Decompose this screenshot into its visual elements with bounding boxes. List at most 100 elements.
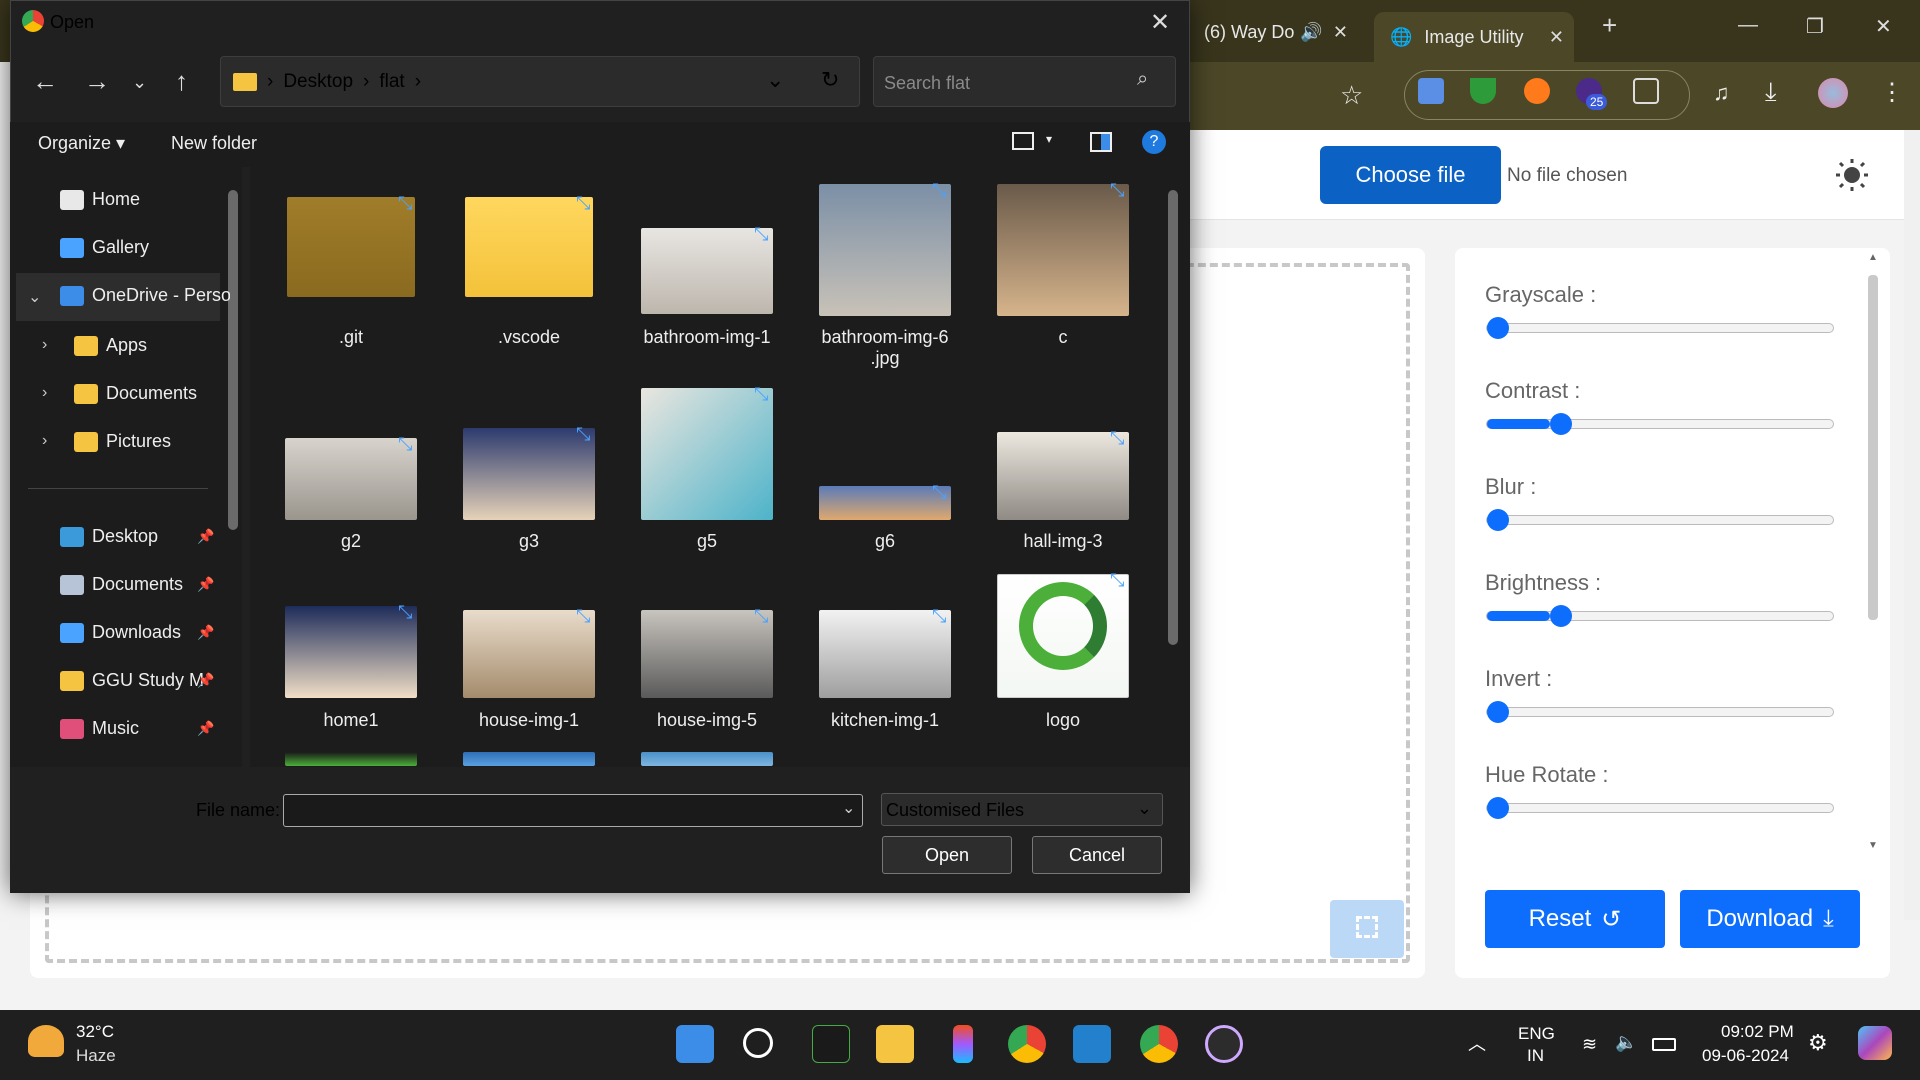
figma-icon[interactable] [953, 1025, 973, 1063]
nav-documents[interactable]: Documents [74, 383, 244, 404]
bookmark-star-icon[interactable]: ☆ [1340, 80, 1363, 111]
scroll-up-icon[interactable]: ▲ [1868, 252, 1878, 263]
reset-button[interactable]: Reset ↺ [1485, 890, 1665, 948]
lang-label[interactable]: ENG [1518, 1024, 1555, 1044]
file-name[interactable]: g6 [814, 531, 956, 552]
slider-thumb[interactable] [1487, 317, 1509, 339]
page-scrollbar[interactable] [1904, 130, 1920, 920]
file-name[interactable]: .vscode [458, 327, 600, 348]
filter-slider[interactable] [1486, 317, 1834, 339]
file-name[interactable]: .git [280, 327, 422, 348]
image-thumbnail[interactable] [641, 388, 773, 520]
file-name[interactable]: bathroom-img-6 .jpg [814, 327, 956, 369]
preview-pane-icon[interactable] [1090, 132, 1112, 152]
file-name[interactable]: hall-img-3 [992, 531, 1134, 552]
file-type-select[interactable]: Customised Files ⌄ [881, 793, 1163, 826]
wifi-icon[interactable]: ≋ [1582, 1034, 1597, 1055]
tab-image-utility[interactable]: 🌐 Image Utility ✕ [1374, 12, 1574, 62]
maximize-button[interactable]: ❐ [1806, 14, 1824, 39]
clock-date[interactable]: 09-06-2024 [1702, 1046, 1789, 1066]
file-name-input[interactable] [283, 794, 863, 827]
cancel-button[interactable]: Cancel [1032, 836, 1162, 874]
dialog-close-icon[interactable]: ✕ [1150, 8, 1170, 37]
file-name[interactable]: c [992, 327, 1134, 348]
notification-icon[interactable]: ⚙ [1808, 1030, 1828, 1056]
nav-pictures[interactable]: Pictures [74, 431, 244, 452]
file-name[interactable]: home1 [280, 710, 422, 731]
recent-chevron-icon[interactable]: ⌄ [132, 72, 147, 93]
slider-thumb[interactable] [1487, 701, 1509, 723]
filter-slider[interactable] [1486, 509, 1834, 531]
tab-way-do[interactable]: (6) Way Do 🔊 ✕ [1196, 12, 1358, 52]
filter-slider[interactable] [1486, 413, 1834, 435]
pin-icon[interactable]: 📌 [197, 672, 214, 689]
collapse-chevron-icon[interactable]: › [42, 336, 47, 354]
nav-onedrive[interactable]: OneDrive - Perso [60, 285, 230, 306]
chevron-up-icon[interactable]: ︿ [1468, 1030, 1486, 1056]
search-input[interactable]: Search flat [873, 56, 1176, 107]
filter-slider[interactable] [1486, 797, 1834, 819]
volume-icon[interactable]: 🔈 [1615, 1032, 1637, 1053]
new-folder-button[interactable]: New folder [171, 133, 257, 154]
open-button[interactable]: Open [882, 836, 1012, 874]
minimize-button[interactable]: — [1738, 14, 1758, 37]
speaker-icon[interactable]: 🔊 [1300, 22, 1322, 43]
file-name[interactable]: bathroom-img-1 [636, 327, 778, 348]
sun-icon[interactable] [1835, 158, 1869, 192]
image-thumbnail[interactable] [285, 752, 417, 766]
refresh-icon[interactable]: ↻ [821, 67, 839, 93]
back-arrow-icon[interactable]: ← [32, 66, 58, 97]
file-name[interactable]: house-img-1 [458, 710, 600, 731]
image-thumbnail[interactable] [997, 184, 1129, 316]
panel-scrollbar[interactable] [1868, 275, 1878, 620]
file-name[interactable]: logo [992, 710, 1134, 731]
media-player-icon[interactable] [1205, 1025, 1243, 1063]
image-thumbnail[interactable] [819, 184, 951, 316]
filter-slider[interactable] [1486, 701, 1834, 723]
slider-thumb[interactable] [1549, 413, 1572, 435]
vscode-icon[interactable] [1073, 1025, 1111, 1063]
expand-chevron-icon[interactable]: ⌄ [28, 287, 41, 307]
image-thumbnail[interactable] [641, 752, 773, 766]
media-icon[interactable]: ♫ [1713, 80, 1730, 106]
start-icon[interactable] [676, 1025, 714, 1063]
file-name[interactable]: kitchen-img-1 [814, 710, 956, 731]
region-label[interactable]: IN [1527, 1046, 1544, 1066]
file-name[interactable]: g3 [458, 531, 600, 552]
nav-home[interactable]: Home [60, 189, 230, 210]
file-name[interactable]: house-img-5 [636, 710, 778, 731]
slider-thumb[interactable] [1487, 797, 1509, 819]
folder-thumbnail[interactable] [465, 197, 593, 297]
pin-icon[interactable]: 📌 [197, 624, 214, 641]
pin-icon[interactable]: 📌 [197, 528, 214, 545]
pin-icon[interactable]: 📌 [197, 720, 214, 737]
collapse-chevron-icon[interactable]: › [42, 432, 47, 450]
menu-dots-icon[interactable]: ⋮ [1880, 78, 1904, 107]
download-icon[interactable]: ⤓ [1765, 76, 1777, 108]
folder-thumbnail[interactable] [287, 197, 415, 297]
extension-badge-icon[interactable]: 25 [1576, 78, 1608, 110]
breadcrumb-desktop[interactable]: Desktop [283, 71, 353, 93]
copilot-icon[interactable] [1858, 1026, 1892, 1060]
address-dropdown-icon[interactable]: ⌄ [766, 67, 784, 93]
file-explorer-icon[interactable] [876, 1025, 914, 1063]
slider-thumb[interactable] [1549, 605, 1572, 627]
chrome-icon[interactable] [1008, 1025, 1046, 1063]
extension-download-icon[interactable] [1470, 78, 1496, 104]
window-close-button[interactable]: ✕ [1875, 14, 1892, 39]
image-thumbnail[interactable] [463, 752, 595, 766]
battery-icon[interactable] [1652, 1038, 1676, 1051]
new-tab-button[interactable]: + [1602, 10, 1617, 41]
collapse-chevron-icon[interactable]: › [42, 384, 47, 402]
avatar[interactable] [1818, 78, 1848, 108]
scroll-down-icon[interactable]: ▼ [1868, 840, 1878, 851]
file-name-dropdown-icon[interactable]: ⌄ [842, 798, 855, 818]
app-icon[interactable] [812, 1025, 850, 1063]
clock-time[interactable]: 09:02 PM [1721, 1022, 1794, 1042]
breadcrumb-flat[interactable]: flat [379, 71, 404, 93]
chrome-profile-icon[interactable] [1140, 1025, 1178, 1063]
slider-thumb[interactable] [1487, 509, 1509, 531]
download-button[interactable]: Download ⤓ [1680, 890, 1860, 948]
content-scrollbar[interactable] [1168, 190, 1178, 645]
address-bar[interactable]: › Desktop › flat › ⌄ ↻ [220, 56, 860, 107]
